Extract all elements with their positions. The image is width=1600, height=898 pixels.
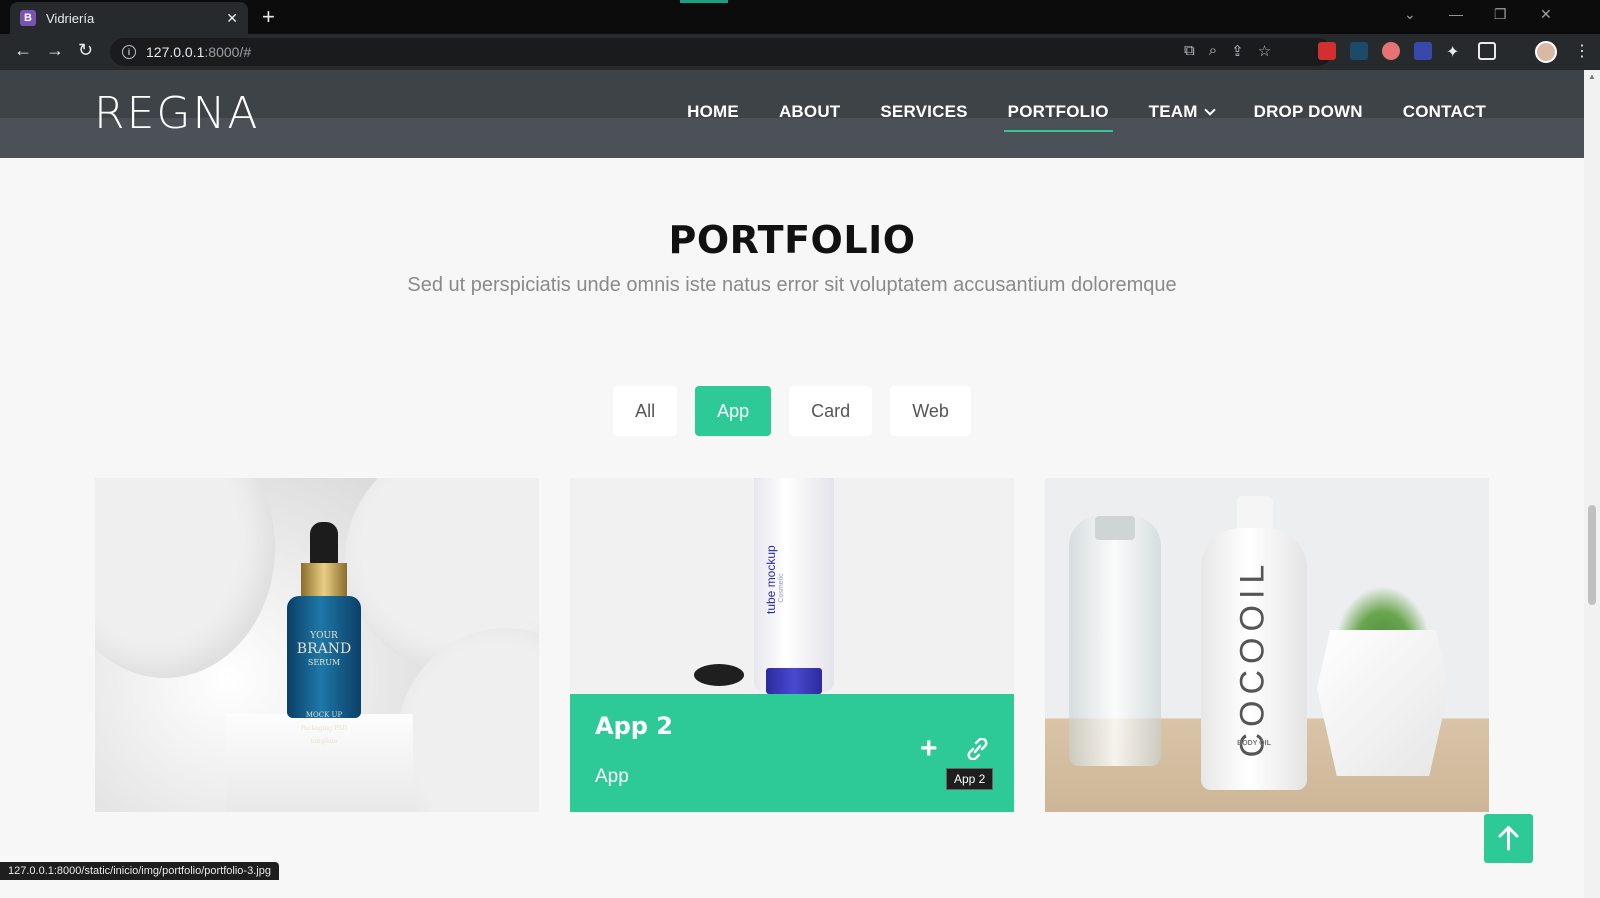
portfolio-filters: All App Card Web — [0, 386, 1584, 436]
close-window-icon[interactable]: ✕ — [1540, 6, 1552, 23]
tab-search-icon[interactable]: ⌄ — [1404, 6, 1416, 23]
minimize-icon[interactable]: — — [1449, 6, 1463, 22]
nav-about[interactable]: ABOUT — [779, 102, 840, 122]
bootstrap-favicon-icon: B — [20, 10, 36, 26]
nav-team[interactable]: DROP DOWN — [1254, 102, 1363, 122]
translate-icon[interactable]: ⧉ — [1184, 42, 1195, 60]
reload-icon[interactable]: ↻ — [78, 40, 93, 61]
dropper-cap — [310, 522, 338, 566]
tab-title: Vidriería — [46, 10, 95, 26]
decor-stones — [694, 664, 744, 686]
link-tooltip: App 2 — [946, 768, 994, 790]
nav-services[interactable]: SERVICES — [880, 102, 967, 122]
browser-tab-bar: B Vidriería ✕ + ⌄ — ❐ ✕ — [0, 0, 1600, 34]
menu-kebab-icon[interactable]: ⋮ — [1574, 41, 1590, 61]
portfolio-item-serum[interactable]: YOUR BRAND SERUM MOCK UP Packaging PSD t… — [95, 478, 539, 812]
portfolio-info-overlay: App 2 App + — [570, 694, 1014, 812]
filter-web[interactable]: Web — [890, 386, 971, 436]
bottle-subtext: BODY OIL — [1237, 740, 1271, 747]
details-link-icon[interactable] — [964, 738, 990, 760]
tube-mockup: tube mockup Cosmetic — [754, 478, 834, 694]
site-header: REGNA HOME ABOUT SERVICES PORTFOLIO TEAM… — [0, 70, 1584, 158]
tube-cap — [766, 668, 822, 694]
preview-plus-icon[interactable]: + — [920, 734, 938, 764]
filter-card[interactable]: Card — [789, 386, 873, 436]
chevron-down-icon — [1203, 104, 1216, 116]
main-nav: HOME ABOUT SERVICES PORTFOLIO TEAM DROP … — [687, 102, 1486, 132]
forward-icon[interactable]: → — [46, 40, 64, 61]
nav-portfolio[interactable]: PORTFOLIO — [1003, 102, 1113, 132]
tab-loading-indicator — [680, 0, 728, 3]
back-to-top-button[interactable] — [1484, 814, 1533, 863]
page-scrollbar[interactable]: ▲ — [1584, 70, 1600, 898]
scrollbar-thumb[interactable] — [1588, 505, 1596, 605]
browser-tab[interactable]: B Vidriería ✕ — [10, 2, 248, 34]
scroll-up-icon[interactable]: ▲ — [1588, 72, 1596, 81]
site-info-icon[interactable]: i — [122, 45, 136, 59]
nav-dropdown-label: TEAM — [1148, 102, 1198, 121]
tube-label: tube mockup Cosmetic — [764, 545, 785, 614]
section-title: PORTFOLIO — [668, 218, 916, 262]
new-tab-button[interactable]: + — [262, 4, 275, 30]
nav-contact[interactable]: CONTACT — [1403, 102, 1486, 122]
extension-icon[interactable] — [1350, 42, 1368, 60]
geometric-pot — [1317, 630, 1449, 776]
nav-home[interactable]: HOME — [687, 102, 739, 122]
restore-icon[interactable]: ❐ — [1494, 6, 1507, 23]
back-icon[interactable]: ← — [14, 40, 32, 61]
url-path: :8000/# — [204, 44, 252, 60]
bookmark-star-icon[interactable]: ☆ — [1258, 42, 1271, 60]
glass-bottle-cap — [1095, 516, 1135, 540]
extensions-puzzle-icon[interactable]: ✦ — [1446, 42, 1464, 61]
extension-icon[interactable] — [1382, 42, 1400, 60]
bottle-label: YOUR BRAND SERUM MOCK UP Packaging PSD t… — [296, 631, 352, 745]
bottle-brand-text: COCOOIL — [1233, 558, 1272, 758]
zoom-icon[interactable]: ⌕ — [1209, 42, 1217, 60]
bottle-collar — [301, 563, 347, 599]
extension-icon[interactable] — [1414, 42, 1432, 60]
side-panel-icon[interactable] — [1478, 42, 1496, 60]
nav-dropdown[interactable]: TEAM — [1148, 102, 1216, 122]
page-viewport: REGNA HOME ABOUT SERVICES PORTFOLIO TEAM… — [0, 70, 1584, 898]
portfolio-item-title: App 2 — [595, 712, 673, 740]
address-bar[interactable]: i 127.0.0.1:8000/# — [110, 38, 1332, 66]
close-tab-icon[interactable]: ✕ — [226, 10, 238, 27]
portfolio-item-app-2[interactable]: tube mockup Cosmetic App 2 App + — [570, 478, 1014, 812]
filter-app[interactable]: App — [695, 386, 772, 436]
site-logo[interactable]: REGNA — [94, 88, 259, 139]
profile-avatar[interactable] — [1535, 41, 1557, 63]
share-icon[interactable]: ⇪ — [1231, 42, 1244, 60]
section-subtitle: Sed ut perspiciatis unde omnis iste natu… — [407, 274, 1177, 296]
filter-all[interactable]: All — [613, 386, 678, 436]
extension-icon[interactable] — [1318, 42, 1336, 60]
portfolio-item-cocooil[interactable]: COCOOIL BODY OIL — [1045, 478, 1489, 812]
browser-toolbar: ← → ↻ i 127.0.0.1:8000/# ⧉ ⌕ ⇪ ☆ ✦ ⋮ — [0, 34, 1600, 70]
portfolio-item-category: App — [595, 766, 629, 787]
glass-bottle — [1069, 516, 1161, 766]
status-bar-url: 127.0.0.1:8000/static/inicio/img/portfol… — [0, 862, 279, 880]
arrow-up-icon — [1498, 826, 1519, 851]
url-host: 127.0.0.1 — [146, 44, 205, 60]
decor-leaf — [95, 478, 275, 678]
